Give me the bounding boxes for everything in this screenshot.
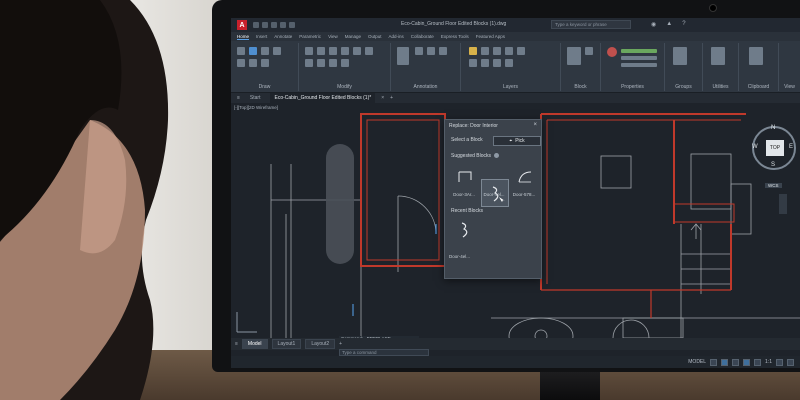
ribbon-panel-layers: Layers bbox=[461, 43, 561, 91]
osnap-icon[interactable] bbox=[754, 358, 762, 366]
pick-button[interactable]: ⌖ Pick bbox=[493, 136, 541, 146]
navigation-bar[interactable] bbox=[779, 194, 787, 214]
block-thumbnail[interactable] bbox=[451, 162, 479, 190]
select-block-label: Select a Block bbox=[451, 137, 483, 143]
ribbon-panel-view: View bbox=[784, 84, 795, 90]
pick-cursor-icon: ⌖ bbox=[509, 138, 513, 144]
file-tab-drawing[interactable]: Eco-Cabin_Ground Floor Edited Blocks (1)… bbox=[270, 93, 376, 103]
viewcube-east[interactable]: E bbox=[789, 144, 793, 150]
undo-icon[interactable] bbox=[280, 22, 286, 28]
block-name: Door-578... bbox=[512, 192, 536, 197]
tab-parametric[interactable]: Parametric bbox=[299, 34, 321, 39]
status-bar: MODEL 1:1 bbox=[231, 356, 800, 368]
tab-collaborate[interactable]: Collaborate bbox=[411, 34, 434, 39]
ribbon-tabs: Home Insert Annotate Parametric View Manage Ou… bbox=[231, 32, 800, 41]
viewport-label[interactable]: [-][Top][2D Wireframe] bbox=[234, 105, 278, 110]
ribbon-panel-draw: Draw bbox=[231, 43, 299, 91]
block-name: Door-4el... bbox=[483, 192, 505, 197]
model-space-toggle[interactable]: MODEL bbox=[688, 359, 706, 365]
command-input[interactable]: Type a command bbox=[339, 349, 429, 356]
pick-button-label: Pick bbox=[515, 138, 525, 144]
block-name: Door-3Ar... bbox=[453, 192, 475, 197]
ortho-icon[interactable] bbox=[732, 358, 740, 366]
recent-block-thumbnail[interactable] bbox=[451, 216, 479, 244]
block-thumbnail[interactable] bbox=[511, 162, 539, 190]
window-title: Eco-Cabin_Ground Floor Edited Blocks (1)… bbox=[401, 21, 507, 27]
tab-layout1[interactable]: Layout1 bbox=[271, 339, 302, 349]
cart-icon[interactable]: ▲ bbox=[666, 21, 672, 28]
viewcube-west[interactable]: W bbox=[752, 144, 758, 150]
tab-output[interactable]: Output bbox=[368, 34, 382, 39]
search-input[interactable]: Type a keyword or phrase bbox=[551, 20, 631, 29]
autocad-window: A Eco-Cabin_Ground Floor Edited Blocks (… bbox=[231, 18, 800, 368]
tab-express-tools[interactable]: Express Tools bbox=[441, 34, 469, 39]
monitor-stand bbox=[540, 372, 600, 400]
new-icon[interactable] bbox=[253, 22, 259, 28]
suggested-blocks-text: Suggested Blocks bbox=[451, 153, 492, 159]
annotation-scale[interactable]: 1:1 bbox=[765, 359, 772, 365]
recent-blocks-label: Recent Blocks bbox=[451, 208, 483, 214]
suggested-blocks-label: Suggested Blocks bbox=[451, 153, 500, 159]
snap-icon[interactable] bbox=[721, 358, 729, 366]
viewcube-north[interactable]: N bbox=[771, 125, 775, 131]
ribbon-panel-groups: Groups bbox=[665, 43, 703, 91]
ribbon-panel-modify: Modify bbox=[299, 43, 391, 91]
photo-scene: A Eco-Cabin_Ground Floor Edited Blocks (… bbox=[0, 0, 800, 400]
add-tab-icon[interactable]: + bbox=[390, 95, 393, 101]
add-layout-icon[interactable]: + bbox=[339, 341, 342, 347]
webcam bbox=[709, 4, 717, 12]
replace-block-dialog: Replace: Door Interior × Select a Block … bbox=[444, 119, 542, 279]
ribbon: Draw Modify Annotation Layers Block Prop… bbox=[231, 41, 800, 93]
user-icon[interactable]: ◉ bbox=[651, 21, 656, 28]
file-tabs: ≡ Start Eco-Cabin_Ground Floor Edited Bl… bbox=[231, 93, 800, 103]
customize-icon[interactable] bbox=[787, 358, 794, 366]
tab-featured-apps[interactable]: Featured Apps bbox=[476, 34, 505, 39]
suggested-blocks-grid: Door-3Ar... Door-4el... Door-578... bbox=[449, 162, 541, 207]
layout-tabs: ≡ Model Layout1 Layout2 + bbox=[231, 338, 800, 350]
ribbon-panel-block: Block bbox=[561, 43, 601, 91]
save-icon[interactable] bbox=[271, 22, 277, 28]
ribbon-panel-properties: Properties bbox=[601, 43, 665, 91]
title-bar: A Eco-Cabin_Ground Floor Edited Blocks (… bbox=[231, 18, 800, 32]
wcs-menu[interactable]: WCS bbox=[765, 183, 782, 188]
ribbon-panel-annotation: Annotation bbox=[391, 43, 461, 91]
tab-insert[interactable]: Insert bbox=[256, 34, 267, 39]
viewcube-icon[interactable]: TOP N S E W bbox=[752, 125, 796, 170]
dialog-title: Replace: Door Interior bbox=[449, 123, 498, 129]
close-icon[interactable]: × bbox=[381, 95, 384, 101]
tab-annotate[interactable]: Annotate bbox=[274, 34, 292, 39]
redo-icon[interactable] bbox=[289, 22, 295, 28]
tab-model[interactable]: Model bbox=[241, 339, 268, 349]
info-icon[interactable] bbox=[494, 153, 500, 159]
tab-view[interactable]: View bbox=[328, 34, 338, 39]
polar-icon[interactable] bbox=[743, 358, 751, 366]
settings-icon[interactable] bbox=[776, 358, 783, 366]
viewcube-south[interactable]: S bbox=[771, 162, 775, 168]
grid-icon[interactable] bbox=[710, 358, 718, 366]
ribbon-panel-utilities: Utilities bbox=[703, 43, 739, 91]
help-icon[interactable]: ? bbox=[682, 21, 685, 28]
tab-manage[interactable]: Manage bbox=[345, 34, 361, 39]
recent-block-name: Door-4el... bbox=[449, 254, 471, 259]
tab-add-ins[interactable]: Add-ins bbox=[389, 34, 404, 39]
ribbon-panel-clipboard: Clipboard bbox=[739, 43, 779, 91]
file-tab-start[interactable]: Start bbox=[246, 93, 265, 103]
open-icon[interactable] bbox=[262, 22, 268, 28]
viewcube-top-face[interactable]: TOP bbox=[766, 140, 784, 156]
person-foreground bbox=[0, 0, 169, 400]
quick-access-toolbar bbox=[253, 22, 295, 28]
close-icon[interactable]: × bbox=[533, 122, 537, 128]
tab-layout2[interactable]: Layout2 bbox=[305, 339, 336, 349]
title-bar-controls: ◉ ▲ ? bbox=[651, 21, 686, 28]
